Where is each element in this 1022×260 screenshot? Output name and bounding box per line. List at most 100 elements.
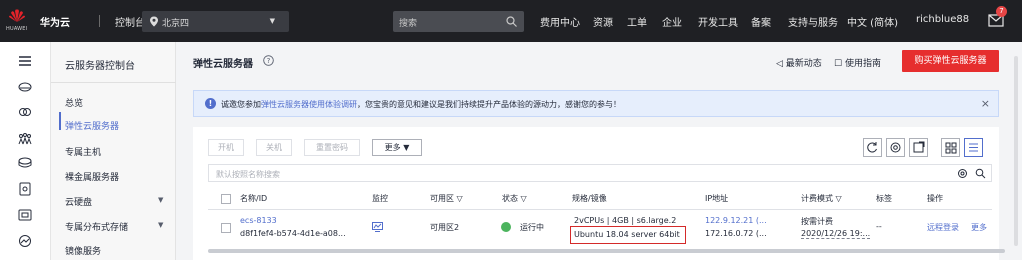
database-icon[interactable] xyxy=(18,156,32,170)
location-pin-icon xyxy=(150,16,158,27)
filter-settings-icon[interactable] xyxy=(957,168,968,179)
nav-billing-center[interactable]: 费用中心 xyxy=(540,14,580,29)
list-view-button[interactable] xyxy=(964,138,983,157)
row-checkbox[interactable] xyxy=(221,223,231,233)
reset-password-button[interactable]: 重置密码 xyxy=(304,139,360,156)
status-running-icon xyxy=(501,222,511,232)
sidebar-item-ecs[interactable]: 弹性云服务器 xyxy=(65,119,119,132)
nav-resources[interactable]: 资源 xyxy=(593,14,613,29)
export-icon xyxy=(913,141,925,153)
billing-created-time[interactable]: 2020/12/26 19:... xyxy=(801,229,871,239)
topbar-divider xyxy=(99,15,100,27)
page-title: 弹性云服务器 xyxy=(193,59,253,70)
notification-badge: 7 xyxy=(996,6,1007,17)
remote-login-link[interactable]: 远程登录 xyxy=(927,222,959,233)
nav-enterprise[interactable]: 企业 xyxy=(662,14,682,29)
more-row-actions-link[interactable]: 更多 xyxy=(971,222,987,233)
refresh-button[interactable] xyxy=(863,138,882,157)
cluster-icon[interactable] xyxy=(18,132,32,146)
export-button[interactable] xyxy=(909,138,928,157)
cdn-icon[interactable] xyxy=(18,234,32,248)
filter-icon: ▽ xyxy=(456,194,463,203)
chevron-down-icon[interactable]: ▼ xyxy=(158,221,163,229)
search-icon[interactable] xyxy=(506,16,517,27)
chevron-down-icon: ▼ xyxy=(403,143,410,152)
container-icon[interactable] xyxy=(18,208,32,222)
sidebar-divider xyxy=(51,82,176,83)
survey-link[interactable]: 弹性云服务器使用体验调研 xyxy=(261,100,357,109)
image-highlight-annotation xyxy=(570,226,686,244)
stop-button[interactable]: 关机 xyxy=(256,139,292,156)
settings-button[interactable] xyxy=(886,138,905,157)
sidebar-item-overview[interactable]: 总览 xyxy=(65,96,83,109)
public-ip[interactable]: 122.9.12.21 (... xyxy=(705,216,767,225)
nav-dev-tools[interactable]: 开发工具 xyxy=(698,14,738,29)
instance-status: 运行中 xyxy=(520,223,544,232)
language-selector[interactable]: 中文 (简体) xyxy=(847,14,898,29)
vertical-scrollbar[interactable] xyxy=(1014,56,1018,246)
help-icon[interactable]: ? xyxy=(263,55,274,66)
search-icon[interactable] xyxy=(975,168,986,179)
sidebar-item-evs[interactable]: 云硬盘 xyxy=(65,195,92,208)
chevron-down-icon[interactable]: ▼ xyxy=(158,196,163,204)
nav-support[interactable]: 支持与服务 xyxy=(788,14,838,29)
grid-icon xyxy=(945,142,957,154)
billing-mode: 按需计费 xyxy=(801,217,833,226)
top-navigation-bar: HUAWEI 华为云 控制台 北京四 ▼ 搜索 费用中心 资源 工单 企业 开发… xyxy=(0,0,1022,42)
user-guide-link[interactable]: ☐ 使用指南 xyxy=(834,56,881,69)
region-label: 北京四 xyxy=(162,19,190,29)
latest-news-link[interactable]: ◁ 最新动态 xyxy=(776,56,822,69)
select-all-checkbox[interactable] xyxy=(221,194,231,204)
notice-message: 诚邀您参加弹性云服务器使用体验调研，您宝贵的意见和建议是我们持续提升产品体验的源… xyxy=(221,99,621,110)
monitoring-chart-icon[interactable] xyxy=(372,222,383,232)
buy-ecs-button[interactable]: 购买弹性云服务器 xyxy=(902,50,999,72)
global-search-input[interactable]: 搜索 xyxy=(393,11,524,32)
menu-icon[interactable] xyxy=(18,54,32,68)
storage-icon[interactable] xyxy=(18,182,32,196)
column-status[interactable]: 状态 ▽ xyxy=(502,193,527,204)
instance-name-link[interactable]: ecs-8133 xyxy=(240,216,277,225)
column-spec-image: 规格/镜像 xyxy=(572,194,607,203)
start-button[interactable]: 开机 xyxy=(208,139,244,156)
column-billing-label: 计费模式 xyxy=(801,194,833,203)
info-icon: ! xyxy=(205,98,216,109)
close-icon[interactable]: × xyxy=(981,97,990,110)
nav-icp-filing[interactable]: 备案 xyxy=(751,14,771,29)
survey-notice-banner: ! 诚邀您参加弹性云服务器使用体验调研，您宝贵的意见和建议是我们持续提升产品体验… xyxy=(193,90,999,117)
sidebar-item-dss[interactable]: 专属分布式存储 xyxy=(65,220,128,233)
huawei-logo[interactable]: HUAWEI xyxy=(6,7,28,35)
nav-tickets[interactable]: 工单 xyxy=(627,14,647,29)
notice-suffix: ，您宝贵的意见和建议是我们持续提升产品体验的源动力，感谢您的参与！ xyxy=(357,100,621,109)
refresh-icon xyxy=(867,142,877,153)
column-status-label: 状态 xyxy=(502,194,518,203)
horizontal-scrollbar[interactable] xyxy=(208,249,1005,253)
sidebar-item-dedicated-host[interactable]: 专属主机 xyxy=(65,145,101,158)
more-actions-dropdown[interactable]: 更多 ▼ xyxy=(372,139,422,156)
send-icon: ◁ xyxy=(776,59,783,69)
column-monitoring: 监控 xyxy=(372,194,388,203)
console-link[interactable]: 控制台 xyxy=(115,14,145,29)
card-view-button[interactable] xyxy=(941,138,960,157)
column-name-id[interactable]: 名称/ID xyxy=(240,193,267,204)
column-ip: IP地址 xyxy=(705,194,729,203)
sidebar-item-bare-metal[interactable]: 裸金属服务器 xyxy=(65,170,119,183)
region-selector[interactable]: 北京四 ▼ xyxy=(142,11,289,32)
sidebar-title: 云服务器控制台 xyxy=(65,61,135,72)
document-icon: ☐ xyxy=(834,59,843,69)
cloud-server-icon[interactable] xyxy=(18,80,32,94)
private-ip: 172.16.0.72 (... xyxy=(705,229,767,238)
network-icon[interactable] xyxy=(18,105,32,119)
sidebar-active-indicator xyxy=(59,112,61,130)
user-guide-label: 使用指南 xyxy=(844,59,881,69)
brand-name[interactable]: 华为云 xyxy=(40,14,70,29)
instance-filter-input[interactable]: 默认按照名称搜索 xyxy=(208,164,992,182)
filter-icon: ▽ xyxy=(835,194,842,203)
username-menu[interactable]: richblue88 xyxy=(916,14,969,25)
sidebar-item-ims[interactable]: 镜像服务 xyxy=(65,244,101,257)
column-az[interactable]: 可用区 ▽ xyxy=(430,193,463,204)
list-icon xyxy=(969,143,978,152)
column-billing[interactable]: 计费模式 ▽ xyxy=(801,193,842,204)
gear-icon xyxy=(890,142,901,153)
svg-text:?: ? xyxy=(267,57,271,65)
search-placeholder: 搜索 xyxy=(399,19,418,29)
